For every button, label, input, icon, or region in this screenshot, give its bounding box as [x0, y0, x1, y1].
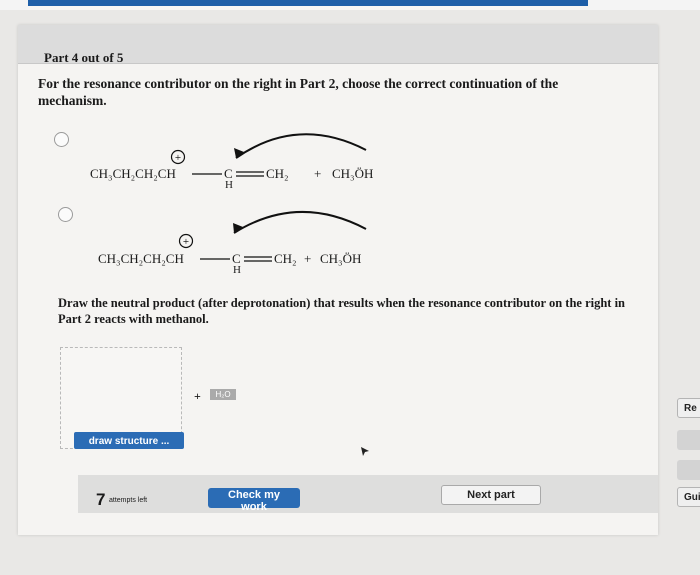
option-1-chain: CH₃CH₂CH₂CH: [90, 166, 176, 181]
side-grey-button[interactable]: [677, 430, 700, 450]
option-2-single-bond: [200, 258, 230, 260]
option-2-charge-icon: +: [178, 233, 194, 249]
top-bar-accent: [28, 0, 588, 6]
water-badge: H₂O: [210, 389, 236, 400]
draw-structure-button[interactable]: draw structure ...: [74, 432, 184, 449]
option-2-methanol: CH₃ÖH: [320, 251, 362, 266]
option-2-h: H: [233, 264, 241, 276]
option-1-double-bond: [236, 171, 264, 177]
option-1-arrow: [234, 133, 367, 159]
option-2-arrow: [233, 210, 367, 234]
side-grey-button-2[interactable]: [677, 460, 700, 480]
draw-prompt: Draw the neutral product (after deproton…: [58, 296, 625, 326]
option-1-radio[interactable]: [54, 132, 69, 147]
option-2-chain: CH₃CH₂CH₂CH: [98, 251, 184, 266]
draw-plus: +: [194, 389, 201, 403]
next-part-button[interactable]: Next part: [441, 485, 541, 505]
option-2-plus: +: [304, 251, 312, 266]
option-1-charge-icon: +: [170, 149, 186, 165]
footer-bar: [78, 475, 658, 513]
attempts-label: attempts left: [109, 497, 148, 504]
option-1-h: H: [225, 179, 233, 191]
attempts-count: 7: [96, 490, 106, 509]
check-my-work-button[interactable]: Check my work: [208, 488, 300, 513]
option-2-end-group: CH₂: [274, 251, 297, 266]
mouse-cursor-icon: [361, 447, 369, 456]
option-1-single-bond: [192, 173, 222, 175]
part-label: Part 4 out of 5: [44, 50, 124, 65]
option-1-methanol: CH₃ÖH: [332, 166, 374, 181]
top-bar: [0, 0, 700, 10]
svg-text:+: +: [183, 236, 189, 248]
question-card: Part 4 out of 5 For the resonance contri…: [18, 25, 658, 535]
question-text: For the resonance contributor on the rig…: [38, 76, 559, 108]
side-guide-button[interactable]: Gui: [677, 487, 700, 507]
side-re-button[interactable]: Re: [677, 398, 700, 418]
part-header: Part 4 out of 5: [18, 25, 658, 65]
option-1-end-group: CH₂: [266, 166, 289, 181]
option-2-double-bond: [244, 256, 272, 262]
option-2-radio[interactable]: [58, 207, 73, 222]
option-1-plus: +: [314, 166, 322, 181]
svg-text:+: +: [175, 152, 181, 164]
